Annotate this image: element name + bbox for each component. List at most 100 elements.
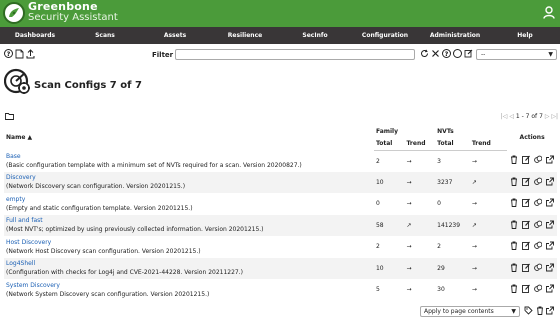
clone-icon[interactable] [533,155,543,166]
edit-filter-icon[interactable] [463,49,473,59]
family-total: 5 [375,286,380,294]
config-comment: (Basic configuration template with a min… [6,161,302,169]
config-comment: (Network Host Discovery scan configurati… [6,247,201,255]
config-name-link[interactable]: Full and fast [6,216,372,225]
nvts-trend-header[interactable]: Trend [469,138,508,151]
export-icon[interactable] [545,155,555,166]
edit-icon[interactable] [521,155,531,166]
actions-header: Actions [519,134,545,141]
upload-icon[interactable] [25,49,35,59]
tag-icon[interactable] [524,306,536,317]
previous-page-icon[interactable]: ◁ [509,113,514,120]
next-page-icon[interactable]: ▷ [545,113,550,120]
edit-icon[interactable] [521,241,531,252]
trashcan-icon[interactable] [509,284,519,295]
config-comment: (Network Discovery scan configuration. V… [6,183,186,191]
family-total: 58 [373,214,405,236]
edit-icon[interactable] [521,177,531,188]
nav-resilience[interactable]: Resilience [210,27,280,44]
trashcan-icon[interactable] [509,177,519,188]
brand-line2: Security Assistant [28,12,118,23]
filter-select-value: -- [481,51,486,58]
clone-icon[interactable] [533,284,543,295]
family-total: 2 [375,157,380,165]
clone-icon[interactable] [533,177,543,188]
export-icon[interactable] [545,284,555,295]
nav-dashboards[interactable]: Dashboards [0,27,70,44]
family-trend-header[interactable]: Trend [404,138,436,151]
family-total-header[interactable]: Total [373,138,405,151]
nav-secinfo[interactable]: SecInfo [280,27,350,44]
clone-icon[interactable] [533,198,543,209]
clone-icon[interactable] [533,241,543,252]
nav-configuration[interactable]: Configuration [350,27,420,44]
clone-icon[interactable] [533,263,543,274]
nvts-total: 30 [437,286,445,294]
nav-assets[interactable]: Assets [140,27,210,44]
trashcan-icon[interactable] [509,198,519,209]
nvts-trend-icon: → [471,286,477,294]
family-trend-icon: ↗ [404,214,436,236]
scan-configs-table: Name ▲ Family NVTs Actions Total Trend T… [4,125,557,301]
help-icon[interactable]: ? [3,49,13,59]
nav-help[interactable]: Help [490,27,560,44]
bulk-select[interactable]: Apply to page contents ▼ [420,306,520,317]
bulk-trashcan-icon[interactable] [536,306,547,317]
family-group-header: Family [375,128,399,135]
export-icon[interactable] [545,263,555,274]
pagination: |◁ ◁ 1 - 7 of 7 ▷ ▷| [501,113,558,120]
refresh-icon[interactable] [419,49,429,59]
table-row: Full and fast (Most NVT's; optimized by … [4,214,557,236]
nvts-total: 2 [437,243,441,251]
svg-text:?: ? [444,51,448,58]
family-trend-icon: → [406,243,412,251]
export-icon[interactable] [545,241,555,252]
table-row: Discovery (Network Discovery scan config… [4,171,557,193]
bulk-export-icon[interactable] [546,306,555,317]
greenbone-logo-icon [3,2,25,24]
row-actions [507,279,557,301]
reset-filter-icon[interactable] [430,49,440,59]
nvts-total: 141239 [435,214,470,236]
config-name-cell: Full and fast (Most NVT's; optimized by … [4,214,374,236]
trashcan-icon[interactable] [509,155,519,166]
config-name-link[interactable]: Host Discovery [6,238,372,247]
filter-input[interactable] [175,49,415,60]
edit-icon[interactable] [521,220,531,231]
filter-select[interactable]: -- ▼ [476,49,557,60]
last-page-icon[interactable]: ▷| [551,113,558,120]
config-name-link[interactable]: Log4Shell [6,259,372,268]
nvts-trend-icon: ↗ [469,214,508,236]
nav-scans[interactable]: Scans [70,27,140,44]
edit-icon[interactable] [521,263,531,274]
edit-icon[interactable] [521,198,531,209]
table-row: Log4Shell (Configuration with checks for… [4,257,557,279]
export-icon[interactable] [545,220,555,231]
trashcan-icon[interactable] [509,241,519,252]
config-name-link[interactable]: System Discovery [6,281,372,290]
clone-icon[interactable] [533,220,543,231]
nvts-total-header[interactable]: Total [435,138,470,151]
folder-icon[interactable] [5,113,14,122]
config-comment: (Configuration with checks for Log4j and… [6,269,243,277]
user-icon[interactable] [543,6,555,21]
new-icon[interactable] [14,49,24,59]
trashcan-icon[interactable] [509,263,519,274]
config-name-link[interactable]: empty [6,195,372,204]
first-page-icon[interactable]: |◁ [501,113,508,120]
export-icon[interactable] [545,177,555,188]
bulk-select-label: Apply to page contents [424,308,494,315]
config-comment: (Network System Discovery scan configura… [6,290,210,298]
trashcan-icon[interactable] [509,220,519,231]
config-name-link[interactable]: Discovery [6,173,372,182]
filter-help-icon[interactable]: ? [441,49,451,59]
family-trend-icon: → [406,286,412,294]
export-icon[interactable] [545,198,555,209]
row-actions [507,150,557,172]
filter-info-icon[interactable] [452,49,462,59]
config-name-link[interactable]: Base [6,152,372,161]
nav-administration[interactable]: Administration [420,27,490,44]
name-column-header[interactable]: Name ▲ [4,125,374,150]
edit-icon[interactable] [521,284,531,295]
toolbar: ? Filter ? -- ▼ [0,47,560,63]
